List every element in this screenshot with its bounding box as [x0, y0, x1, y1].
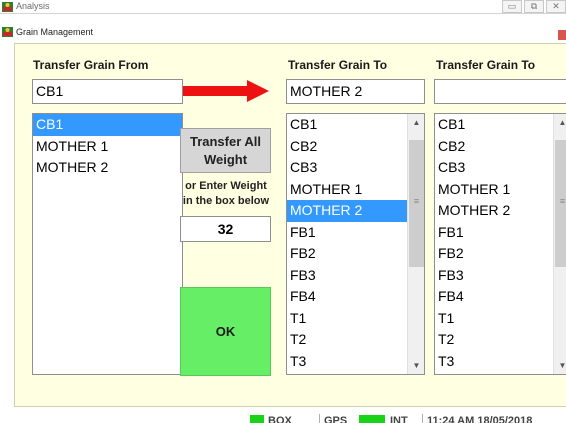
list-item[interactable]: CB1 [287, 114, 407, 136]
int-status-light [359, 415, 385, 423]
box-status: BOX [268, 415, 292, 423]
list-item[interactable]: FB3 [435, 265, 553, 287]
grip-icon: ≡ [413, 196, 420, 206]
grain-transfer-panel: Transfer Grain From CB1 CB1 MOTHER 1 MOTHE… [14, 43, 566, 407]
int-status: INT [390, 415, 408, 423]
list-item[interactable]: MOTHER 1 [33, 136, 182, 158]
restore-button[interactable]: ⧉ [524, 0, 544, 13]
wheat-logo-icon [2, 27, 13, 37]
list-item[interactable]: MOTHER 2 [287, 200, 407, 222]
outer-window-title: Analysis [16, 1, 50, 11]
statusbar: BOX GPS INT 11:24 AM 18/05/2018 [14, 414, 566, 423]
to2-listbox[interactable]: CB1 CB2 CB3 MOTHER 1 MOTHER 2 FB1 FB2 FB3 FB4 T1 T… [434, 113, 566, 375]
to1-textbox[interactable]: MOTHER 2 [286, 79, 425, 104]
list-item[interactable]: MOTHER 1 [287, 179, 407, 201]
list-item[interactable]: FB2 [287, 243, 407, 265]
to1-listbox[interactable]: CB1 CB2 CB3 MOTHER 1 MOTHER 2 FB1 FB2 FB3 FB4 T1 T… [286, 113, 425, 375]
from-textbox[interactable]: CB1 [32, 79, 183, 104]
weight-input[interactable]: 32 [180, 216, 271, 242]
list-item[interactable]: SILO 1 [287, 372, 407, 374]
scroll-up-icon[interactable]: ▲ [408, 114, 424, 131]
window-close-button[interactable] [558, 30, 566, 40]
clock: 11:24 AM 18/05/2018 [422, 414, 532, 423]
transfer-all-weight-button[interactable]: Transfer All Weight [180, 128, 271, 173]
right-arrow-icon [183, 80, 269, 102]
list-item[interactable]: CB2 [287, 136, 407, 158]
list-item[interactable]: T3 [287, 351, 407, 373]
list-item[interactable]: MOTHER 2 [33, 157, 182, 179]
to2-scrollbar[interactable]: ▲ ≡ ▼ [553, 114, 566, 374]
list-item[interactable]: FB4 [287, 286, 407, 308]
scroll-down-icon[interactable]: ▼ [408, 357, 424, 374]
list-item[interactable]: MOTHER 1 [435, 179, 553, 201]
list-item[interactable]: FB1 [287, 222, 407, 244]
to2-textbox[interactable] [434, 79, 566, 104]
scroll-up-icon[interactable]: ▲ [554, 114, 566, 131]
list-item[interactable]: CB3 [435, 157, 553, 179]
weight-hint-text: or Enter Weight in the box below [182, 180, 270, 207]
list-item[interactable]: T1 [435, 308, 553, 330]
list-item[interactable]: T2 [435, 329, 553, 351]
ok-button[interactable]: OK [180, 287, 271, 376]
list-item[interactable]: MOTHER 2 [435, 200, 553, 222]
list-item[interactable]: T2 [287, 329, 407, 351]
list-item[interactable]: FB4 [435, 286, 553, 308]
to1-heading: Transfer Grain To [288, 58, 388, 72]
outer-titlebar: Analysis ▭ ⧉ ✕ [0, 0, 566, 14]
list-item[interactable]: SILO 1 [435, 372, 553, 374]
gps-status: GPS [319, 414, 347, 423]
from-listbox[interactable]: CB1 MOTHER 1 MOTHER 2 [32, 113, 183, 375]
list-item[interactable]: CB2 [435, 136, 553, 158]
window-title: Grain Management [16, 27, 94, 37]
to1-scroll-thumb[interactable]: ≡ [409, 140, 424, 267]
wheat-logo-icon [2, 2, 13, 12]
list-item[interactable]: CB1 [435, 114, 553, 136]
grip-icon: ≡ [559, 196, 566, 206]
close-button[interactable]: ✕ [546, 0, 566, 13]
scroll-down-icon[interactable]: ▼ [554, 357, 566, 374]
list-item[interactable]: T1 [287, 308, 407, 330]
window-titlebar: Grain Management [0, 24, 566, 40]
to2-scroll-thumb[interactable]: ≡ [555, 140, 566, 267]
minimize-button[interactable]: ▭ [502, 0, 522, 13]
list-item[interactable]: T3 [435, 351, 553, 373]
list-item[interactable]: FB2 [435, 243, 553, 265]
box-status-light [250, 415, 264, 423]
list-item[interactable]: FB1 [435, 222, 553, 244]
list-item[interactable]: CB3 [287, 157, 407, 179]
to2-heading: Transfer Grain To [436, 58, 536, 72]
from-heading: Transfer Grain From [33, 58, 149, 72]
list-item[interactable]: CB1 [33, 114, 182, 136]
list-item[interactable]: FB3 [287, 265, 407, 287]
to1-scrollbar[interactable]: ▲ ≡ ▼ [407, 114, 424, 374]
